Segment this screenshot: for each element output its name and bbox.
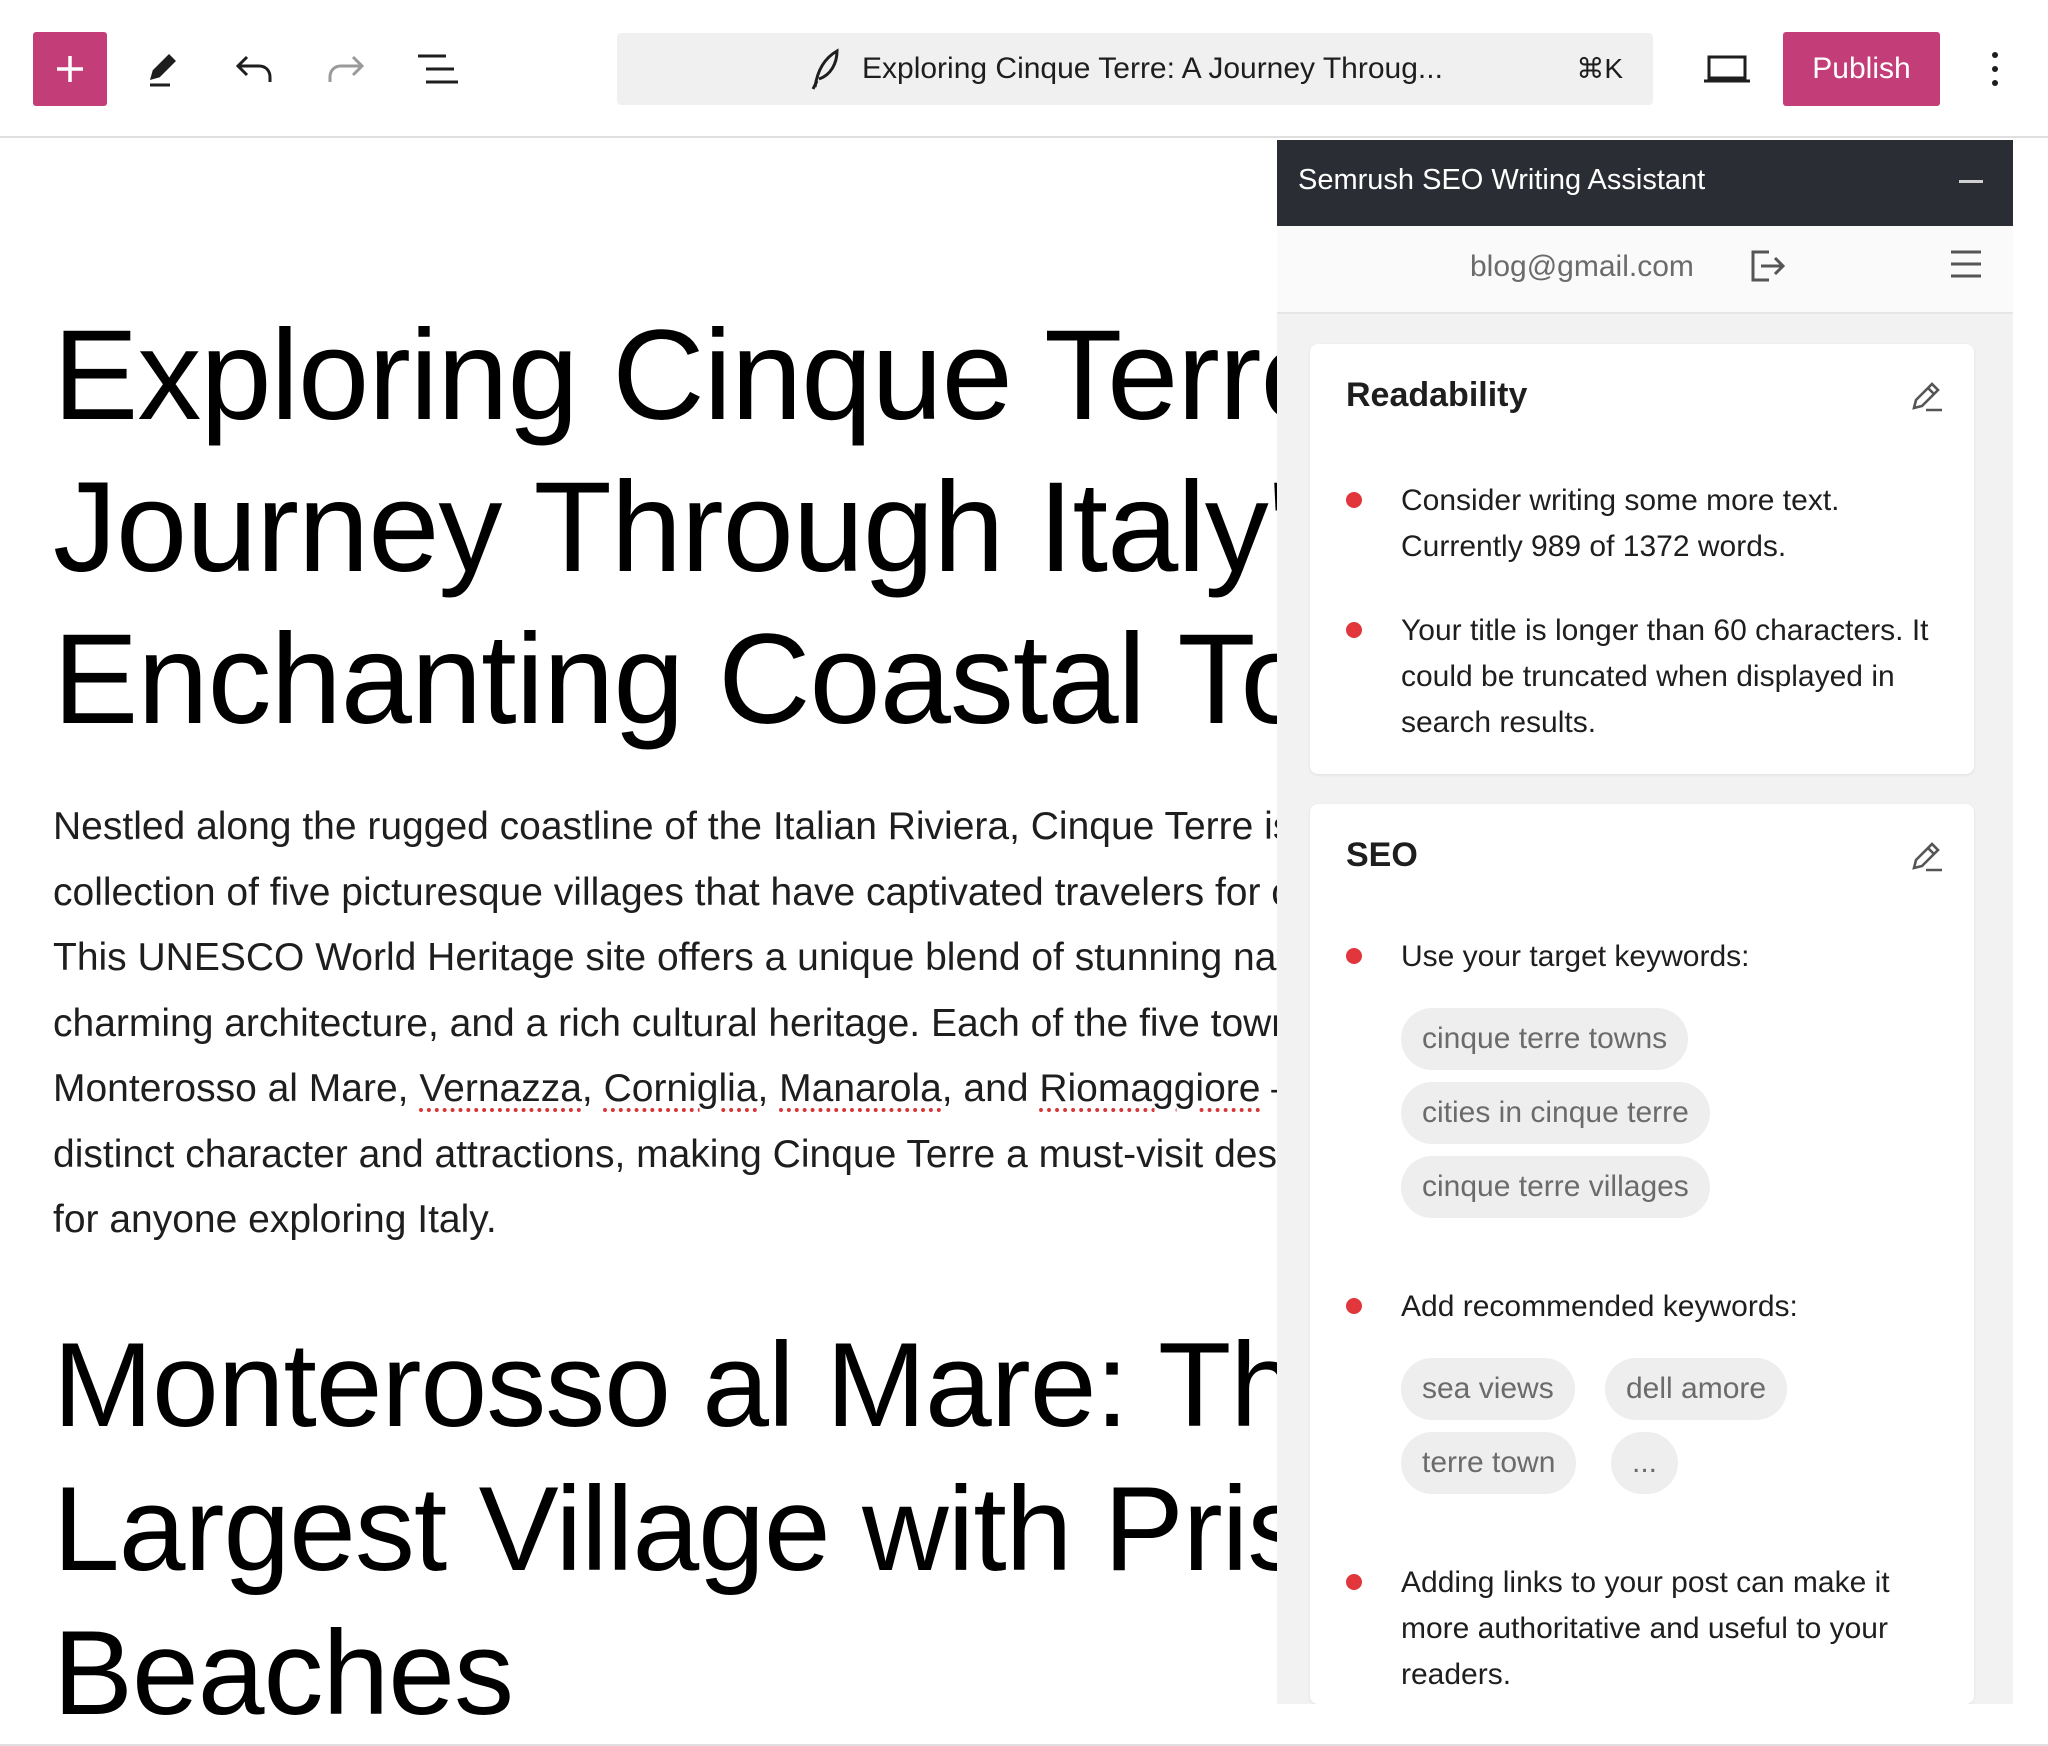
text-run: , bbox=[757, 1067, 780, 1110]
account-bar: blog@gmail.com bbox=[1277, 226, 2013, 314]
undo-button[interactable] bbox=[217, 32, 291, 106]
paragraph-line: charming architecture, and a rich cultur… bbox=[53, 1001, 1277, 1045]
panel-header: Semrush SEO Writing Assistant bbox=[1277, 140, 2013, 226]
status-dot bbox=[1346, 622, 1362, 638]
intro-paragraph[interactable]: Nestled along the rugged coastline of th… bbox=[53, 794, 1277, 1253]
plus-icon bbox=[57, 56, 83, 82]
publish-button[interactable]: Publish bbox=[1783, 32, 1940, 106]
tools-button[interactable] bbox=[123, 32, 197, 106]
edit-pencil-icon[interactable] bbox=[1908, 378, 1944, 414]
readability-card: Readability Consider writing some more t… bbox=[1310, 344, 1974, 774]
heading-line: Monterosso al Mare: The bbox=[53, 1318, 1277, 1452]
list-view-icon bbox=[418, 54, 458, 84]
status-dot bbox=[1346, 492, 1362, 508]
paragraph-line: distinct character and attractions, maki… bbox=[53, 1132, 1277, 1176]
edit-pencil-icon[interactable] bbox=[1908, 838, 1944, 874]
seo-item-text: Add recommended keywords: bbox=[1401, 1290, 1798, 1323]
readability-title: Readability bbox=[1346, 376, 1528, 414]
account-email: blog@gmail.com bbox=[1470, 250, 1694, 283]
status-dot bbox=[1346, 1574, 1362, 1590]
command-shortcut-hint: ⌘K bbox=[1576, 53, 1623, 84]
pencil-icon bbox=[149, 54, 176, 87]
post-title-line: Exploring Cinque Terre: A bbox=[53, 304, 1277, 447]
paragraph-line: This UNESCO World Heritage site offers a… bbox=[53, 936, 1277, 979]
laptop-icon bbox=[1704, 55, 1750, 83]
seo-item-text: Use your target keywords: bbox=[1401, 940, 1750, 973]
logout-icon[interactable] bbox=[1747, 246, 1787, 286]
post-title[interactable]: Exploring Cinque Terre: A Journey Throug… bbox=[53, 300, 1277, 756]
keyword-chip[interactable]: cities in cinque terre bbox=[1401, 1082, 1710, 1144]
keyword-chip[interactable]: cinque terre villages bbox=[1401, 1156, 1710, 1218]
text-run: Monterosso al Mare, bbox=[53, 1067, 420, 1110]
keyword-chip[interactable]: dell amore bbox=[1605, 1358, 1788, 1420]
document-overview-button[interactable] bbox=[401, 32, 475, 106]
feather-icon bbox=[811, 48, 839, 90]
paragraph-line: Nestled along the rugged coastline of th… bbox=[53, 805, 1277, 848]
command-bar-title: Exploring Cinque Terre: A Journey Throug… bbox=[862, 52, 1443, 85]
status-dot bbox=[1346, 1298, 1362, 1314]
section-heading[interactable]: Monterosso al Mare: The Largest Village … bbox=[53, 1313, 1277, 1745]
keyword-chip[interactable]: cinque terre towns bbox=[1401, 1008, 1689, 1070]
editor-canvas[interactable]: Exploring Cinque Terre: A Journey Throug… bbox=[0, 140, 1277, 1746]
seo-item-text: Adding links to your post can make it mo… bbox=[1401, 1566, 1890, 1691]
readability-item-text: Consider writing some more text. Current… bbox=[1401, 484, 1840, 563]
more-vertical-icon bbox=[1992, 52, 1998, 86]
redo-icon bbox=[328, 55, 365, 82]
options-button[interactable] bbox=[1975, 32, 2015, 106]
hamburger-menu-icon[interactable] bbox=[1949, 248, 1983, 280]
more-keywords-chip[interactable]: ... bbox=[1611, 1432, 1679, 1494]
command-palette-bar[interactable]: Exploring Cinque Terre: A Journey Throug… bbox=[617, 33, 1653, 105]
keyword-chip[interactable]: terre town bbox=[1401, 1432, 1577, 1494]
undo-icon bbox=[235, 55, 272, 82]
text-run: , bbox=[581, 1067, 604, 1110]
readability-item-text: Your title is longer than 60 characters.… bbox=[1401, 614, 1929, 739]
semrush-panel: Semrush SEO Writing Assistant blog@gmail… bbox=[1277, 140, 2013, 1704]
heading-line: Beaches bbox=[53, 1606, 514, 1740]
paragraph-line: for anyone exploring Italy. bbox=[53, 1198, 497, 1241]
paragraph-line: Monterosso al Mare, Vernazza, Corniglia,… bbox=[53, 1056, 1277, 1122]
seo-title: SEO bbox=[1346, 836, 1418, 874]
paragraph-line: collection of five picturesque villages … bbox=[53, 870, 1277, 914]
misspelled-word[interactable]: Vernazza bbox=[419, 1067, 582, 1110]
misspelled-word[interactable]: Manarola bbox=[779, 1067, 942, 1110]
minimize-icon[interactable] bbox=[1959, 180, 1983, 183]
preview-button[interactable] bbox=[1690, 32, 1764, 106]
text-run: – has its own bbox=[1260, 1067, 1277, 1110]
redo-button[interactable] bbox=[309, 32, 383, 106]
add-block-button[interactable] bbox=[33, 32, 107, 106]
post-title-line: Journey Through Italy's bbox=[53, 456, 1277, 599]
post-title-line: Enchanting Coastal Towns bbox=[53, 608, 1277, 751]
heading-line: Largest Village with Pristine bbox=[53, 1462, 1277, 1596]
editor-toolbar: Exploring Cinque Terre: A Journey Throug… bbox=[0, 0, 2048, 138]
misspelled-word[interactable]: Corniglia bbox=[604, 1067, 758, 1110]
keyword-chip[interactable]: sea views bbox=[1401, 1358, 1575, 1420]
panel-title: Semrush SEO Writing Assistant bbox=[1298, 164, 1706, 196]
seo-card: SEO Use your target keywords: cinque ter… bbox=[1310, 804, 1974, 1704]
misspelled-word[interactable]: Riomaggiore bbox=[1039, 1067, 1260, 1110]
text-run: , and bbox=[941, 1067, 1040, 1110]
status-dot bbox=[1346, 948, 1362, 964]
